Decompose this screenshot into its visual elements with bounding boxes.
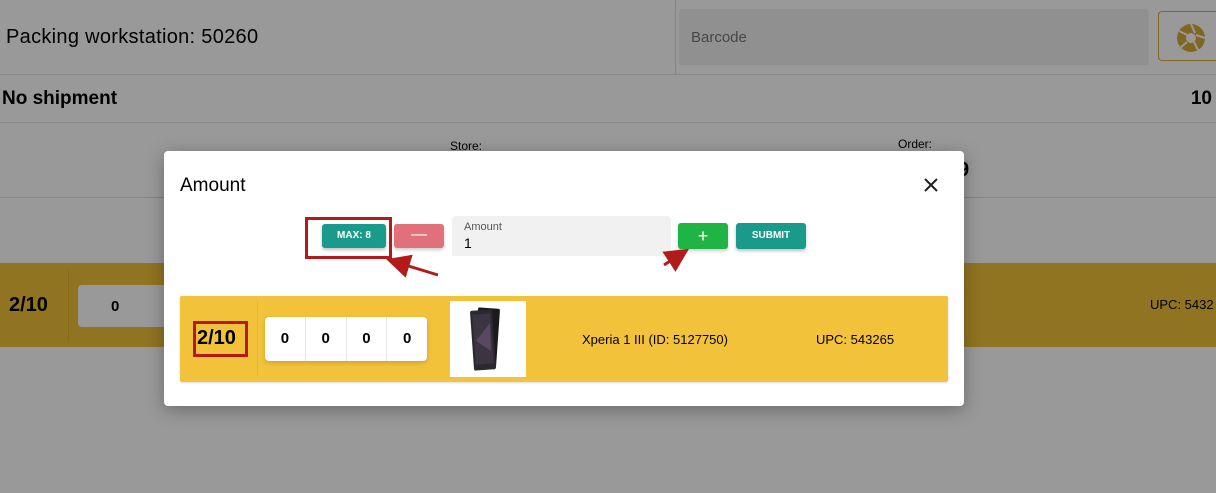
annotation-arrow-plus (662, 248, 690, 272)
annotation-arrows (386, 248, 690, 278)
amount-dialog: Amount MAX: 8 — Amount 1 + SUBMIT 2/10 0… (164, 151, 964, 406)
annotation-arrow-max (386, 254, 439, 278)
